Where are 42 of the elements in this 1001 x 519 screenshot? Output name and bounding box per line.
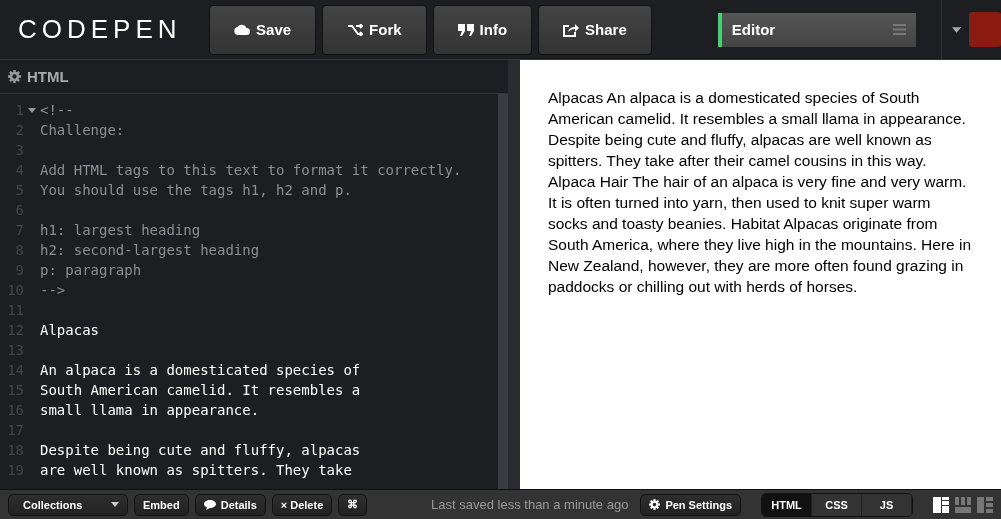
toolbar-button[interactable]: Fork: [322, 4, 427, 55]
toolbar-button[interactable]: Share: [538, 4, 652, 55]
code-line: Alpacas: [40, 321, 99, 340]
toolbar-button[interactable]: Save: [209, 4, 317, 55]
toolbar-button[interactable]: Info: [432, 4, 533, 55]
code-line: h1: largest heading: [40, 221, 201, 240]
code-line: Challenge:: [40, 121, 125, 140]
code-line: <!--: [40, 101, 74, 120]
caret-icon: [111, 502, 119, 507]
footer-button[interactable]: Details: [194, 493, 266, 516]
fold-caret-icon[interactable]: [28, 107, 36, 113]
quote-icon: [457, 23, 474, 36]
cloud-icon: [234, 24, 251, 35]
gear-icon: [8, 70, 21, 83]
editor-tab[interactable]: HTML: [762, 493, 812, 516]
code-line: South American camelid. It resembles a: [40, 381, 361, 400]
code-line: Despite being cute and fluffy, alpacas: [40, 441, 361, 460]
code-line: are well known as spitters. They take: [40, 461, 352, 480]
code-line: h2: second-largest heading: [40, 241, 260, 260]
save-status: Last saved less than a minute ago: [431, 497, 629, 512]
gear-icon: [649, 499, 661, 510]
caret-icon[interactable]: [951, 26, 962, 33]
code-line: Add HTML tags to this text to format it correctly.: [40, 161, 462, 180]
panel-title: HTML: [27, 68, 69, 85]
menu-icon: [893, 24, 907, 35]
footer-button[interactable]: ⌘: [338, 493, 368, 516]
speech-bubble-icon: [203, 499, 216, 510]
collections-dropdown[interactable]: Collections: [8, 493, 128, 516]
code-line: p: paragraph: [40, 261, 142, 280]
code-line: -->: [40, 281, 66, 300]
share-icon: [563, 22, 580, 37]
view-select[interactable]: Editor: [717, 12, 917, 47]
code-line: You should use the tags h1, h2 and p.: [40, 181, 352, 200]
fork-icon: [347, 23, 364, 36]
codepen-logo[interactable]: CODEPEN: [0, 14, 185, 45]
code-line: small llama in appearance.: [40, 401, 260, 420]
footer-button[interactable]: Embed: [134, 493, 189, 516]
code-line: An alpaca is a domesticated species of: [40, 361, 361, 380]
preview-paragraph: Alpacas An alpaca is a domesticated species of South American camelid. It resembles a small llama in appearance. Despite being cute and fluffy, alpacas are well known as spitters. They take after their camel cousins in this way. Alpaca Hair The hair of an alpaca is very fine and very warm. It is often turned into yarn, then used to knit super warm socks and toasty beanies. Habitat Alpacas originate from South America, where they live high in the mountains. Here in New Zealand, however, they are more often found grazing in paddocks or chilling out with herds of horses.: [548, 88, 973, 297]
footer-button[interactable]: × Delete: [271, 493, 333, 516]
pen-settings-button[interactable]: Pen Settings: [640, 493, 741, 516]
layout-icon[interactable]: [933, 496, 949, 513]
